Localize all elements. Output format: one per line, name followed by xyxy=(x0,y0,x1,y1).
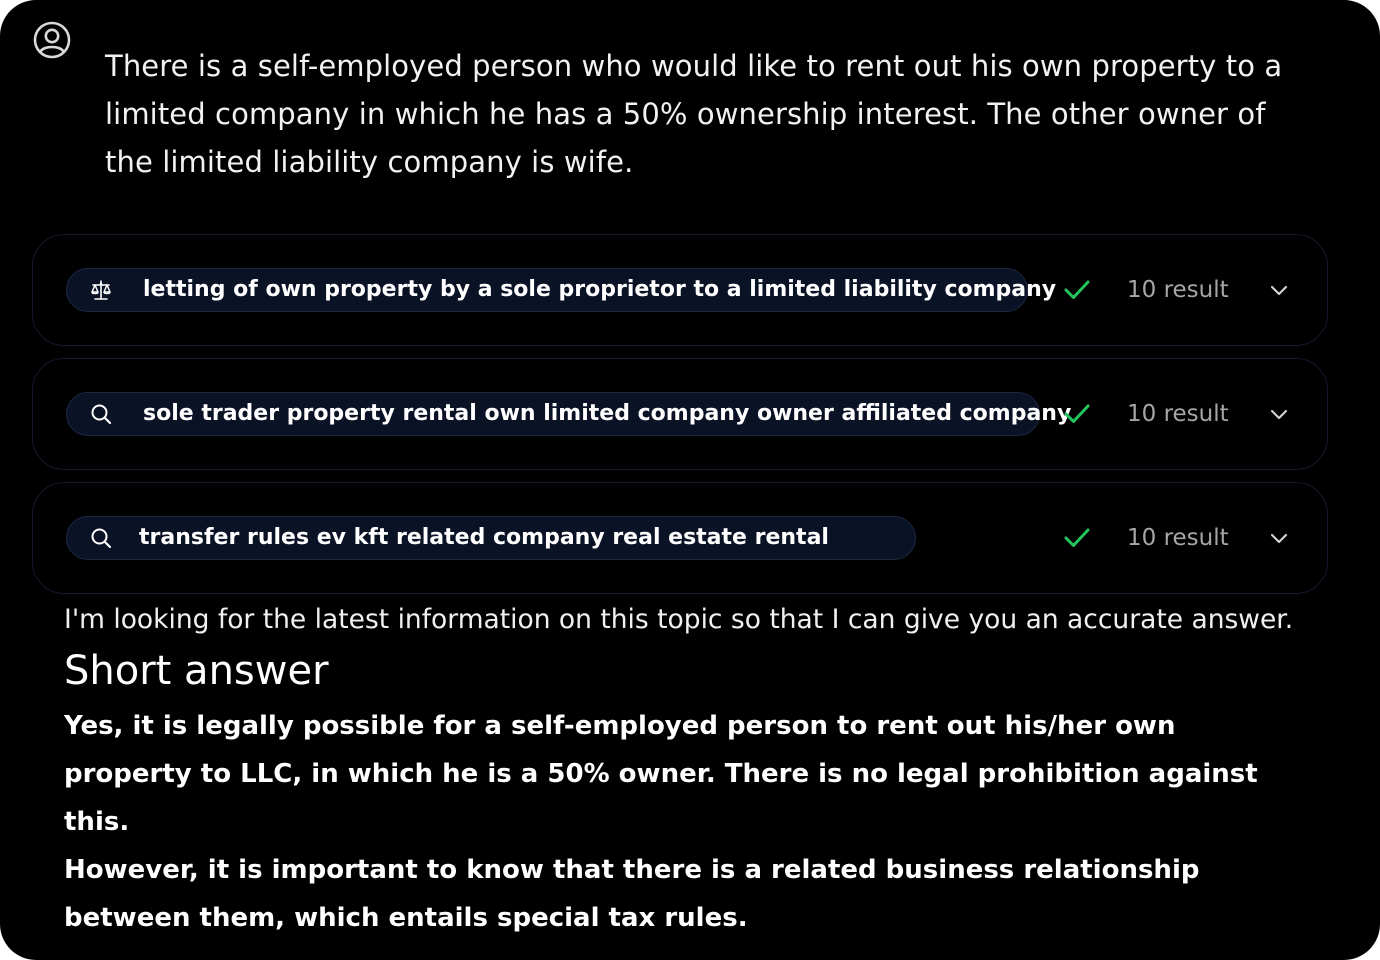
scales-icon xyxy=(91,280,111,300)
search-query-text: transfer rules ev kft related company re… xyxy=(139,525,829,550)
user-circle-icon xyxy=(33,21,71,59)
check-icon xyxy=(1064,528,1090,547)
search-query-text: sole trader property rental own limited … xyxy=(143,401,1072,426)
chat-window: There is a self-employed person who woul… xyxy=(0,0,1380,960)
answer-heading: Short answer xyxy=(64,648,329,694)
search-step-card: transfer rules ev kft related company re… xyxy=(32,482,1328,594)
result-count: 10 result xyxy=(1127,277,1229,303)
user-message: There is a self-employed person who woul… xyxy=(105,49,1283,179)
assistant-answer: I'm looking for the latest information o… xyxy=(64,596,1304,942)
search-step-card: letting of own property by a sole propri… xyxy=(32,234,1328,346)
result-count: 10 result xyxy=(1127,401,1229,427)
search-query-text: letting of own property by a sole propri… xyxy=(143,277,1057,302)
search-icon xyxy=(91,528,112,549)
check-icon xyxy=(1064,280,1090,299)
search-query-pill: letting of own property by a sole propri… xyxy=(66,268,1056,312)
result-count: 10 result xyxy=(1127,525,1229,551)
answer-intro: I'm looking for the latest information o… xyxy=(64,604,1294,635)
chevron-down-icon[interactable] xyxy=(1267,527,1291,551)
search-step-card: sole trader property rental own limited … xyxy=(32,358,1328,470)
search-query-pill: sole trader property rental own limited … xyxy=(66,392,1071,436)
search-icon xyxy=(91,404,112,425)
chevron-down-icon[interactable] xyxy=(1267,279,1291,303)
search-query-pill: transfer rules ev kft related company re… xyxy=(66,516,916,560)
answer-paragraph: However, it is important to know that th… xyxy=(64,855,1200,933)
check-icon xyxy=(1064,404,1090,423)
chevron-down-icon[interactable] xyxy=(1267,403,1291,427)
answer-paragraph: Yes, it is legally possible for a self-e… xyxy=(64,711,1258,837)
